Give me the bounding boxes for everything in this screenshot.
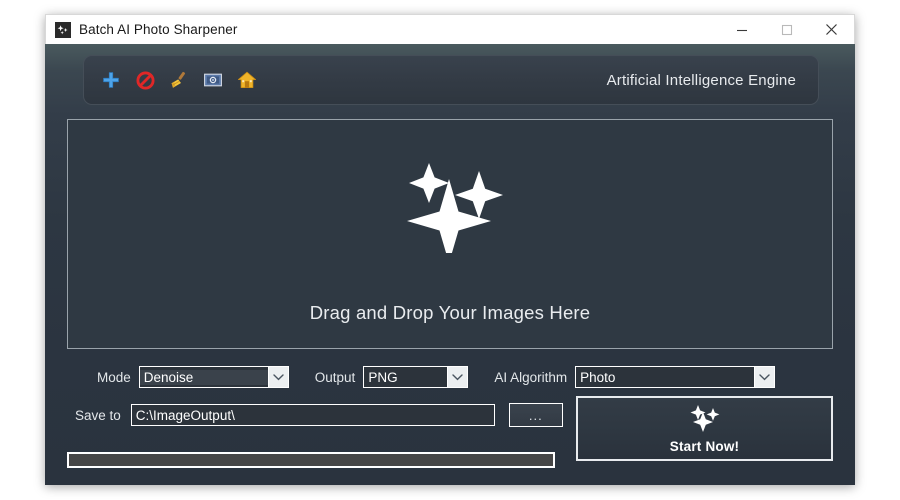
window-title: Batch AI Photo Sharpener [79,22,238,37]
window-body: Artificial Intelligence Engine Drag and … [45,44,855,485]
output-select[interactable]: PNG [363,366,469,388]
mode-select[interactable]: Denoise [138,366,289,388]
browse-button[interactable]: ... [508,403,563,427]
chevron-down-icon[interactable] [447,367,468,387]
save-to-label: Save to [75,407,121,423]
ai-algorithm-label: AI Algorithm [494,369,568,385]
toolbar-panel: Artificial Intelligence Engine [83,55,819,105]
save-row: Save to C:\ImageOutput\ ... [67,402,567,428]
start-button-label: Start Now! [669,438,740,454]
preview-icon[interactable] [202,69,224,91]
maximize-button[interactable] [764,15,809,44]
output-value: PNG [368,369,398,385]
options-row: Mode Denoise Output PNG AI Algorithm Pho… [67,364,833,390]
chevron-down-icon[interactable] [267,367,288,387]
chevron-down-icon[interactable] [754,367,775,387]
mode-value: Denoise [139,369,268,385]
sparkles-icon [688,404,722,437]
sparkles-icon [396,149,504,263]
drop-area[interactable]: Drag and Drop Your Images Here [67,119,833,349]
ai-algorithm-select[interactable]: Photo [575,366,776,388]
app-window: Batch AI Photo Sharpener Artificial Inte… [45,14,855,485]
progress-bar [67,452,555,468]
window-controls [719,15,854,44]
ai-algorithm-value: Photo [580,369,616,385]
drop-area-text: Drag and Drop Your Images Here [309,301,591,323]
minimize-button[interactable] [719,15,764,44]
engine-label: Artificial Intelligence Engine [606,71,796,89]
close-button[interactable] [809,15,854,44]
sparkle-app-icon [55,21,71,38]
home-icon[interactable] [236,69,258,91]
mode-label: Mode [97,369,131,385]
save-path-input[interactable]: C:\ImageOutput\ [130,404,495,426]
clear-icon[interactable] [168,69,190,91]
output-label: Output [314,369,356,385]
remove-icon[interactable] [134,69,156,91]
start-button[interactable]: Start Now! [576,396,833,461]
title-bar: Batch AI Photo Sharpener [45,14,855,44]
toolbar-icon-group [100,69,258,91]
add-icon[interactable] [100,69,122,91]
